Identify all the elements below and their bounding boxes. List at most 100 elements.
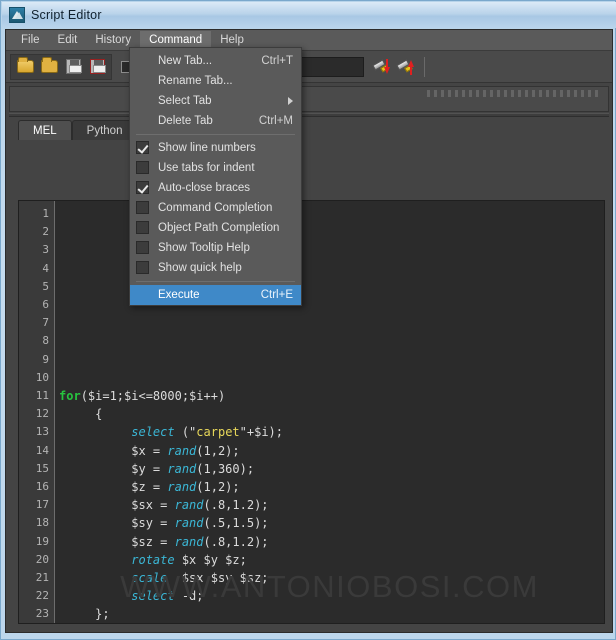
code-token: $y = bbox=[59, 461, 168, 476]
screw-up-button[interactable] bbox=[394, 55, 418, 79]
screw-down-button[interactable] bbox=[370, 55, 394, 79]
menu-item-select-tab[interactable]: Select Tab bbox=[130, 91, 301, 111]
menu-item-label: Rename Tab... bbox=[158, 75, 233, 87]
toolbar-separator-3 bbox=[424, 56, 425, 77]
code-token: $sx = bbox=[59, 498, 175, 513]
menubar: File Edit History Command Help bbox=[6, 30, 612, 51]
line-number: 11 bbox=[35, 389, 49, 403]
menu-item-auto-close-braces[interactable]: Auto-close braces bbox=[130, 178, 301, 198]
save-script-as-button[interactable] bbox=[85, 55, 109, 79]
checkbox-unchecked-icon[interactable] bbox=[136, 241, 149, 254]
code-token: rand bbox=[174, 534, 204, 549]
menu-item-accelerator: Ctrl+T bbox=[261, 55, 293, 67]
menu-separator bbox=[136, 134, 295, 135]
menu-item-show-line-numbers[interactable]: Show line numbers bbox=[130, 138, 301, 158]
checkbox-checked-icon[interactable] bbox=[136, 181, 149, 194]
code-token: for bbox=[59, 389, 81, 404]
code-token: rand bbox=[174, 498, 204, 513]
checkbox-unchecked-icon[interactable] bbox=[136, 261, 149, 274]
code-token: "+$i); bbox=[239, 425, 284, 440]
line-number: 17 bbox=[35, 498, 49, 512]
line-number: 8 bbox=[42, 334, 49, 348]
code-token: rotate bbox=[131, 552, 175, 567]
code-editor[interactable]: 1 2 3 4 5 6 7 8 9 10 11 12 13 14 15 16 17 18 19 20 21 22 23 fo… bbox=[18, 200, 605, 624]
open-script-button[interactable] bbox=[13, 55, 37, 79]
menu-item-object-path-completion[interactable]: Object Path Completion bbox=[130, 218, 301, 238]
line-number: 5 bbox=[42, 279, 49, 293]
line-number-gutter: 1 2 3 4 5 6 7 8 9 10 11 12 13 14 15 16 17 18 19 20 21 22 23 bbox=[19, 201, 55, 623]
code-token: (1,360); bbox=[196, 461, 255, 476]
menu-item-label: Show Tooltip Help bbox=[158, 242, 250, 254]
menu-item-delete-tab[interactable]: Delete Tab Ctrl+M bbox=[130, 111, 301, 131]
pane-splitter[interactable] bbox=[9, 113, 609, 117]
checkbox-unchecked-icon[interactable] bbox=[136, 161, 149, 174]
menu-item-accelerator: Ctrl+M bbox=[258, 115, 293, 127]
pane-grip-handle[interactable] bbox=[427, 90, 602, 97]
checkbox-checked-icon[interactable] bbox=[136, 141, 149, 154]
tab-mel[interactable]: MEL bbox=[18, 120, 72, 140]
menu-separator bbox=[136, 281, 295, 282]
code-token: rand bbox=[174, 516, 204, 531]
line-number: 6 bbox=[42, 298, 49, 312]
menu-item-command-completion[interactable]: Command Completion bbox=[130, 198, 301, 218]
menu-item-label: New Tab... bbox=[158, 55, 213, 67]
save-script-button[interactable] bbox=[61, 55, 85, 79]
code-token: rand bbox=[167, 443, 197, 458]
menu-item-new-tab[interactable]: New Tab... Ctrl+T bbox=[130, 51, 301, 71]
menu-item-label: Object Path Completion bbox=[158, 222, 280, 234]
code-token: rand bbox=[167, 480, 197, 495]
checkbox-unchecked-icon[interactable] bbox=[136, 221, 149, 234]
load-script-button[interactable] bbox=[37, 55, 61, 79]
menu-item-use-tabs-for-indent[interactable]: Use tabs for indent bbox=[130, 158, 301, 178]
code-line: $sx = rand(.8,1.2); bbox=[55, 496, 604, 514]
menu-item-label: Show quick help bbox=[158, 262, 242, 274]
menu-file[interactable]: File bbox=[12, 31, 49, 50]
menu-item-label: Execute bbox=[158, 289, 200, 301]
line-number: 21 bbox=[35, 571, 49, 585]
code-line: for($i=1;$i<=8000;$i++) bbox=[55, 387, 604, 405]
line-number: 15 bbox=[35, 461, 49, 475]
line-number: 22 bbox=[35, 589, 49, 603]
line-number: 18 bbox=[35, 516, 49, 530]
line-number: 10 bbox=[35, 370, 49, 384]
code-token: (.8,1.2); bbox=[203, 534, 269, 549]
code-token: $x $y $z; bbox=[174, 552, 247, 567]
menu-edit[interactable]: Edit bbox=[49, 31, 87, 50]
floppy-disk-red-icon bbox=[89, 59, 106, 74]
code-line: }; bbox=[55, 605, 604, 623]
code-token: ($i=1;$i<=8000;$i++) bbox=[80, 389, 226, 404]
code-token: $sz = bbox=[59, 534, 175, 549]
menu-item-show-tooltip-help[interactable]: Show Tooltip Help bbox=[130, 238, 301, 258]
menu-item-execute[interactable]: Execute Ctrl+E bbox=[130, 285, 301, 305]
line-number: 2 bbox=[42, 225, 49, 239]
code-line: select ("carpet"+$i); bbox=[55, 423, 604, 441]
maya-app-icon bbox=[9, 7, 25, 23]
code-token: rand bbox=[167, 461, 197, 476]
checkbox-unchecked-icon[interactable] bbox=[136, 201, 149, 214]
line-number: 19 bbox=[35, 534, 49, 548]
menu-item-label: Auto-close braces bbox=[158, 182, 251, 194]
code-token: (.5,1.5); bbox=[203, 516, 269, 531]
line-number: 13 bbox=[35, 425, 49, 439]
line-number: 9 bbox=[42, 352, 49, 366]
menu-item-rename-tab[interactable]: Rename Tab... bbox=[130, 71, 301, 91]
line-number: 12 bbox=[35, 407, 49, 421]
screw-arrow-down-icon bbox=[372, 58, 391, 75]
code-line: $sz = rand(.8,1.2); bbox=[55, 533, 604, 551]
folder-open-icon bbox=[16, 57, 34, 73]
code-token: }; bbox=[59, 607, 110, 622]
command-dropdown-menu[interactable]: New Tab... Ctrl+T Rename Tab... Select Tab D… bbox=[129, 47, 302, 306]
code-token: select bbox=[131, 589, 175, 604]
code-token: scale bbox=[131, 571, 168, 586]
code-token: carpet bbox=[196, 425, 240, 440]
history-output-pane[interactable] bbox=[9, 86, 609, 112]
menu-item-show-quick-help[interactable]: Show quick help bbox=[130, 258, 301, 278]
code-line: { bbox=[55, 405, 604, 423]
tab-python[interactable]: Python bbox=[71, 120, 138, 140]
screw-arrow-up-icon bbox=[396, 58, 415, 75]
code-token: (" bbox=[174, 425, 197, 440]
